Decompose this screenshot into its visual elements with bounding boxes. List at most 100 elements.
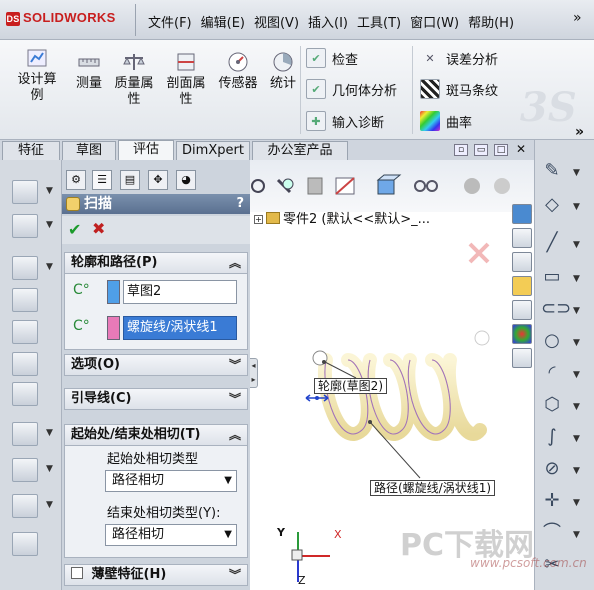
- dropdown-arrow-icon[interactable]: ▼: [573, 306, 580, 316]
- slot-icon[interactable]: ⊂⊃: [541, 298, 571, 320]
- measure-button[interactable]: 测量: [72, 50, 106, 92]
- solidworks-logo[interactable]: DS SOLIDWORKS: [6, 10, 116, 26]
- help-button[interactable]: ?: [236, 194, 244, 214]
- feature-manager-tab-icon[interactable]: ⚙: [66, 170, 86, 190]
- edit-sketch-icon[interactable]: ✎: [541, 160, 563, 182]
- start-tangency-select[interactable]: 路径相切 ▼: [105, 470, 237, 492]
- dropdown-arrow-icon[interactable]: ▼: [46, 464, 53, 474]
- rectangle-icon[interactable]: ▭: [541, 266, 563, 288]
- guide-curves-group-header[interactable]: 引导线(C) ︾: [64, 388, 248, 410]
- dropdown-arrow-icon[interactable]: ▼: [224, 471, 232, 491]
- expand-chevron-icon[interactable]: ︾: [229, 565, 241, 585]
- ellipse-icon[interactable]: ⊘: [541, 458, 563, 480]
- menu-overflow-button[interactable]: »: [573, 10, 582, 26]
- circle-icon[interactable]: ○: [541, 330, 563, 352]
- reference-geometry-icon[interactable]: [12, 458, 38, 482]
- design-study-button[interactable]: 设计算例: [12, 46, 62, 104]
- custom-properties-icon[interactable]: [512, 348, 532, 368]
- path-field[interactable]: 螺旋线/涡状线1: [123, 316, 237, 340]
- expand-chevron-icon[interactable]: ︾: [229, 355, 241, 375]
- dropdown-arrow-icon[interactable]: ▼: [46, 262, 53, 272]
- smart-dimension-icon[interactable]: ◇: [541, 194, 563, 216]
- import-diagnostics-button[interactable]: ✚ 输入诊断: [306, 111, 384, 131]
- display-manager-tab-icon[interactable]: ◕: [176, 170, 196, 190]
- dropdown-arrow-icon[interactable]: ▼: [573, 240, 580, 250]
- collapse-chevron-icon[interactable]: ︽: [229, 253, 241, 273]
- curvature-button[interactable]: 曲率: [420, 111, 472, 131]
- point-icon[interactable]: ✛: [541, 490, 563, 512]
- menu-tools[interactable]: 工具(T): [357, 12, 410, 31]
- draft-icon[interactable]: [12, 352, 38, 376]
- dimxpert-manager-tab-icon[interactable]: ✥: [148, 170, 168, 190]
- sketch-fillet-icon[interactable]: ⌒: [541, 522, 563, 544]
- check-button[interactable]: ✔ 检查: [306, 48, 358, 68]
- tile-icon[interactable]: ▭: [474, 144, 488, 156]
- chamfer-icon[interactable]: [12, 288, 38, 312]
- flyout-feature-tree[interactable]: + 零件2 (默认<<默认>_...: [254, 208, 430, 227]
- configuration-manager-tab-icon[interactable]: ▤: [120, 170, 140, 190]
- home-icon[interactable]: [512, 228, 532, 248]
- dropdown-arrow-icon[interactable]: ▼: [46, 428, 53, 438]
- dropdown-arrow-icon[interactable]: ▼: [573, 434, 580, 444]
- curves-icon[interactable]: [12, 494, 38, 518]
- menu-edit[interactable]: 编辑(E): [201, 12, 254, 31]
- line-icon[interactable]: ╱: [541, 232, 563, 254]
- dropdown-arrow-icon[interactable]: ▼: [573, 402, 580, 412]
- menu-view[interactable]: 视图(V): [254, 12, 308, 31]
- dropdown-arrow-icon[interactable]: ▼: [224, 525, 232, 545]
- tab-office-products[interactable]: 办公室产品: [252, 141, 348, 160]
- dropdown-arrow-icon[interactable]: ▼: [46, 186, 53, 196]
- arc-icon[interactable]: ◜: [541, 362, 563, 384]
- dropdown-arrow-icon[interactable]: ▼: [573, 530, 580, 540]
- options-group-header[interactable]: 选项(O) ︾: [64, 354, 248, 376]
- statistics-button[interactable]: 统计: [266, 50, 300, 92]
- tab-dimxpert[interactable]: DimXpert: [176, 141, 250, 160]
- design-library-icon[interactable]: [512, 252, 532, 272]
- polygon-icon[interactable]: ⬡: [541, 394, 563, 416]
- extrude-boss-icon[interactable]: [12, 180, 38, 204]
- cancel-x-icon[interactable]: ✖: [92, 219, 105, 238]
- shell-icon[interactable]: [12, 320, 38, 344]
- thin-feature-checkbox[interactable]: [71, 567, 83, 579]
- file-explorer-icon[interactable]: [512, 276, 532, 296]
- collapse-chevron-icon[interactable]: ︽: [229, 425, 241, 445]
- section-properties-button[interactable]: 剖面属性: [162, 50, 210, 108]
- sw-resources-icon[interactable]: [512, 204, 532, 224]
- deviation-analysis-button[interactable]: ✕ 误差分析: [420, 48, 498, 68]
- dropdown-arrow-icon[interactable]: ▼: [573, 466, 580, 476]
- dropdown-arrow-icon[interactable]: ▼: [46, 500, 53, 510]
- menu-window[interactable]: 窗口(W): [410, 12, 468, 31]
- instant3d-icon[interactable]: [12, 532, 38, 556]
- extrude-cut-icon[interactable]: [12, 214, 38, 238]
- menu-insert[interactable]: 插入(I): [308, 12, 357, 31]
- mass-properties-button[interactable]: 质量属性: [110, 50, 158, 108]
- ribbon-overflow-button[interactable]: »: [575, 124, 584, 140]
- dropdown-arrow-icon[interactable]: ▼: [573, 274, 580, 284]
- tab-features[interactable]: 特征: [2, 141, 60, 160]
- panel-resize-grip[interactable]: ◂ ▸: [250, 358, 258, 388]
- menu-help[interactable]: 帮助(H): [468, 12, 523, 31]
- expand-plus-icon[interactable]: +: [254, 215, 263, 224]
- property-manager-tab-icon[interactable]: ☰: [92, 170, 112, 190]
- search-results-icon[interactable]: [512, 300, 532, 320]
- tab-evaluate[interactable]: 评估: [118, 140, 174, 161]
- dropdown-arrow-icon[interactable]: ▼: [573, 498, 580, 508]
- ok-checkmark-icon[interactable]: ✔: [68, 220, 81, 239]
- thin-feature-group-header[interactable]: 薄壁特征(H) ︾: [64, 564, 248, 586]
- menu-file[interactable]: 文件(F): [148, 12, 201, 31]
- restore-icon[interactable]: ▫: [454, 144, 468, 156]
- dropdown-arrow-icon[interactable]: ▼: [573, 168, 580, 178]
- dropdown-arrow-icon[interactable]: ▼: [46, 220, 53, 230]
- dropdown-arrow-icon[interactable]: ▼: [573, 202, 580, 212]
- sensor-button[interactable]: 传感器: [216, 50, 260, 92]
- profile-callout[interactable]: 轮廓(草图2): [314, 378, 387, 394]
- cancel-confirmation-icon[interactable]: [464, 238, 494, 268]
- end-tangency-select[interactable]: 路径相切 ▼: [105, 524, 237, 546]
- tab-sketch[interactable]: 草图: [62, 141, 116, 160]
- dropdown-arrow-icon[interactable]: ▼: [573, 370, 580, 380]
- geometry-analysis-button[interactable]: ✔ 几何体分析: [306, 79, 397, 99]
- zebra-stripes-button[interactable]: 斑马条纹: [420, 79, 498, 99]
- profile-path-group-header[interactable]: 轮廓和路径(P) ︽: [64, 252, 248, 274]
- tangency-group-header[interactable]: 起始处/结束处相切(T) ︽: [64, 424, 248, 446]
- rib-icon[interactable]: [12, 382, 38, 406]
